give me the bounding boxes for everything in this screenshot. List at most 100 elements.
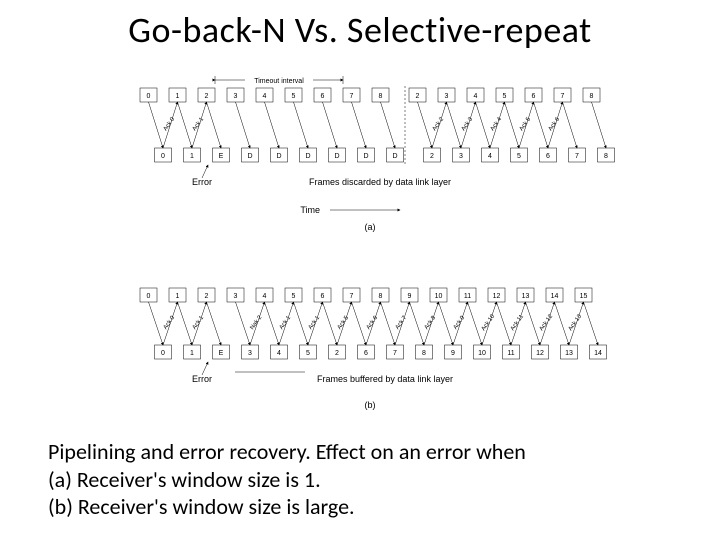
svg-text:5: 5 [517,153,521,160]
svg-text:Ack 0: Ack 0 [163,315,177,331]
svg-text:8: 8 [590,93,594,100]
svg-text:Ack 3: Ack 3 [461,116,475,132]
receiver-row-a: 01EDDDDDD2345678 [155,148,615,162]
svg-text:Ack 6: Ack 6 [548,116,562,132]
svg-text:3: 3 [234,93,238,100]
svg-text:Ack 4: Ack 4 [490,116,504,132]
svg-text:Ack 10: Ack 10 [481,313,497,332]
svg-text:4: 4 [263,293,267,300]
timeout-label: Timeout interval [254,78,304,85]
arrows-b: Ack 0 Ack 1 Nak 2 Ack 1 Ack 1 Ack 5 Ack 6 Ack 7… [149,302,599,345]
svg-text:8: 8 [379,93,383,100]
svg-text:3: 3 [248,350,252,357]
svg-text:2: 2 [335,350,339,357]
svg-text:Ack 5: Ack 5 [519,116,533,132]
svg-text:Ack 11: Ack 11 [510,313,526,332]
svg-text:3: 3 [234,293,238,300]
svg-text:Ack 7: Ack 7 [395,315,409,331]
svg-text:Ack 8: Ack 8 [424,315,438,331]
svg-text:E: E [219,350,224,357]
svg-text:0: 0 [161,153,165,160]
fig-b-label: (b) [365,400,376,410]
svg-text:D: D [363,153,368,160]
svg-text:12: 12 [536,350,544,357]
diagram-b-svg: 0123456789101112131415 01E34526789101112… [120,280,620,430]
receiver-row-b: 01E345267891011121314 [155,345,607,359]
svg-text:7: 7 [350,293,354,300]
caption-line3: (b) Receiver's window size is large. [48,493,526,521]
svg-text:Ack 1: Ack 1 [192,315,206,331]
svg-text:Ack 9: Ack 9 [453,315,467,331]
svg-text:Ack 2: Ack 2 [432,116,446,132]
svg-text:Nak 2: Nak 2 [249,314,263,331]
svg-text:Ack 6: Ack 6 [366,315,380,331]
fig-a-label: (a) [365,222,376,232]
svg-text:7: 7 [393,350,397,357]
svg-text:6: 6 [321,93,325,100]
diagram-a-svg: Timeout interval 0 1 2 3 4 5 6 7 8 2 3 4 5 6 7 8 0 1 E D D D… [120,70,620,235]
svg-text:13: 13 [565,350,573,357]
svg-text:D: D [305,153,310,160]
svg-text:7: 7 [561,93,565,100]
svg-text:D: D [247,153,252,160]
svg-text:4: 4 [277,350,281,357]
svg-text:1: 1 [176,93,180,100]
svg-text:3: 3 [445,93,449,100]
buffer-label: Frames buffered by data link layer [317,374,453,384]
svg-text:Ack 0: Ack 0 [163,116,177,132]
svg-text:2: 2 [416,93,420,100]
svg-text:14: 14 [594,350,602,357]
svg-text:8: 8 [379,293,383,300]
discard-label: Frames discarded by data link layer [309,177,451,187]
svg-text:3: 3 [459,153,463,160]
sender-row-b: 0123456789101112131415 [140,288,592,302]
svg-text:5: 5 [306,350,310,357]
svg-text:5: 5 [292,293,296,300]
svg-text:12: 12 [493,293,501,300]
caption-line2: (a) Receiver's window size is 1. [48,466,526,494]
svg-text:0: 0 [147,293,151,300]
svg-text:10: 10 [435,293,443,300]
svg-text:1: 1 [190,350,194,357]
svg-text:Ack 1: Ack 1 [192,116,206,132]
svg-text:7: 7 [350,93,354,100]
svg-text:10: 10 [478,350,486,357]
svg-text:D: D [276,153,281,160]
svg-text:D: D [392,153,397,160]
svg-text:2: 2 [430,153,434,160]
diagram-b: 0123456789101112131415 01E34526789101112… [120,280,620,435]
svg-text:6: 6 [364,350,368,357]
caption-line1: Pipelining and error recovery. Effect on… [48,438,526,466]
error-label-a: Error [192,177,212,187]
svg-text:11: 11 [464,293,471,300]
svg-text:4: 4 [474,93,478,100]
diagram-a: Timeout interval 0 1 2 3 4 5 6 7 8 2 3 4 5 6 7 8 0 1 E D D D… [120,70,620,240]
svg-text:4: 4 [488,153,492,160]
svg-text:Ack 12: Ack 12 [539,313,555,332]
svg-text:0: 0 [161,350,165,357]
svg-text:5: 5 [503,93,507,100]
svg-text:9: 9 [451,350,455,357]
svg-text:Ack 1: Ack 1 [308,315,322,331]
svg-text:6: 6 [321,293,325,300]
svg-text:7: 7 [575,153,579,160]
svg-text:1: 1 [176,293,180,300]
svg-text:E: E [219,153,224,160]
svg-text:8: 8 [604,153,608,160]
svg-text:4: 4 [263,93,267,100]
sender-row-a: 0 1 2 3 4 5 6 7 8 2 3 4 5 6 7 8 [140,88,600,102]
svg-text:Ack 13: Ack 13 [568,313,584,332]
svg-text:14: 14 [551,293,559,300]
svg-text:6: 6 [532,93,536,100]
svg-text:Ack 5: Ack 5 [337,315,351,331]
page-title: Go-back-N Vs. Selective-repeat [0,0,720,52]
svg-text:2: 2 [205,293,209,300]
svg-text:Ack 1: Ack 1 [279,315,293,331]
svg-text:15: 15 [580,293,588,300]
svg-text:13: 13 [522,293,530,300]
svg-text:9: 9 [408,293,412,300]
svg-text:6: 6 [546,153,550,160]
svg-text:0: 0 [147,93,151,100]
svg-text:5: 5 [292,93,296,100]
svg-text:2: 2 [205,93,209,100]
